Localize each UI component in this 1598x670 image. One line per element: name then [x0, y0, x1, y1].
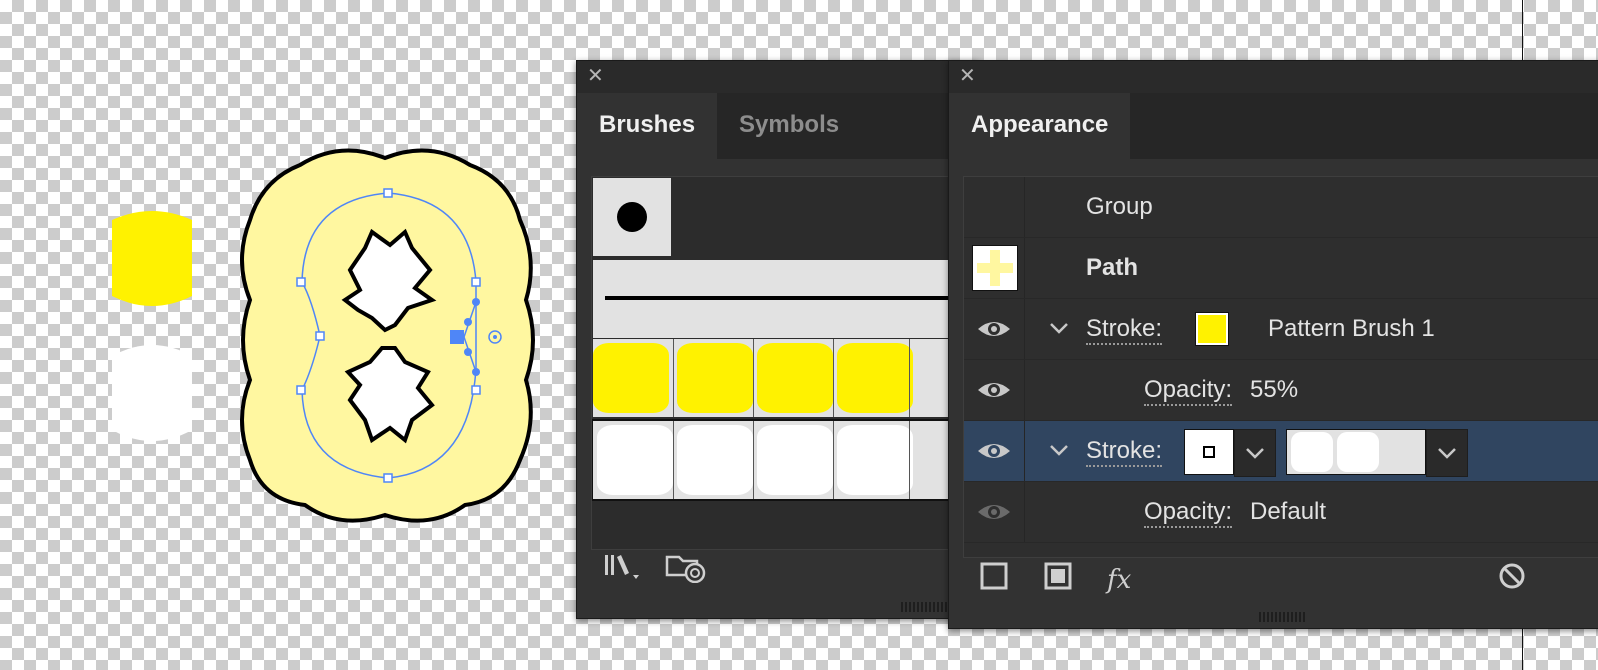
tab-appearance[interactable]: Appearance [949, 93, 1131, 159]
visibility-column [964, 421, 1025, 481]
close-icon[interactable]: ✕ [959, 66, 976, 86]
yellow-tile [677, 343, 753, 413]
brush-preview-swatch[interactable] [1286, 429, 1426, 475]
visibility-column [964, 482, 1025, 542]
yellow-tile [593, 343, 669, 413]
brush-dropdown[interactable] [1426, 429, 1468, 477]
appearance-panel[interactable]: ✕ Appearance Group Path Stroke: Pattern … [948, 60, 1598, 629]
row-opacity-1[interactable]: Opacity: 55% [964, 360, 1598, 421]
white-tile [1291, 432, 1333, 472]
stroke-color-swatch[interactable] [1195, 312, 1229, 346]
white-tile [677, 425, 753, 495]
dot-icon [617, 202, 647, 232]
chevron-down-icon [1246, 448, 1264, 459]
pattern-brush-shape[interactable] [240, 148, 535, 523]
fx-icon[interactable]: fx [1107, 565, 1131, 595]
white-tile [1337, 432, 1379, 472]
eye-icon[interactable] [976, 317, 1012, 341]
eye-icon[interactable] [976, 378, 1012, 402]
row-opacity-2[interactable]: Opacity: Default [964, 482, 1598, 543]
add-stroke-icon[interactable] [979, 561, 1009, 596]
yellow-tile [757, 343, 833, 413]
appearance-list[interactable]: Group Path Stroke: Pattern Brush 1 Opaci… [963, 176, 1598, 558]
tile-divider [753, 421, 754, 499]
brush-swatch-line[interactable] [593, 260, 977, 338]
white-tile-art[interactable] [112, 345, 192, 441]
row-path[interactable]: Path [964, 238, 1598, 299]
cc-libraries-icon[interactable] [665, 551, 711, 590]
opacity-value: 55% [1250, 376, 1299, 403]
eye-icon[interactable] [976, 439, 1012, 463]
visibility-column [964, 238, 1025, 298]
panel-title-bar[interactable]: ✕ [949, 61, 1598, 93]
tile-divider [833, 339, 834, 417]
brush-swatch-yellow-pattern[interactable] [593, 339, 977, 417]
opacity-value: Default [1250, 498, 1327, 525]
white-tile [597, 425, 673, 495]
brush-name: Pattern Brush 1 [1268, 315, 1435, 342]
tile-divider [909, 339, 910, 417]
tile-divider [753, 339, 754, 417]
stroke-color-swatch[interactable] [1184, 429, 1234, 475]
chevron-down-icon [1438, 448, 1456, 459]
tile-divider [673, 421, 674, 499]
brush-list[interactable] [591, 176, 979, 550]
group-label: Group [1086, 193, 1153, 220]
tile-divider [909, 421, 910, 499]
white-tile [837, 425, 913, 495]
visibility-column [964, 299, 1025, 359]
yellow-tile [837, 343, 913, 413]
row-stroke-2[interactable]: Stroke: [964, 421, 1598, 482]
tile-divider [673, 339, 674, 417]
yellow-tile-art[interactable] [112, 211, 192, 306]
eye-icon[interactable] [976, 500, 1012, 524]
close-icon[interactable]: ✕ [587, 66, 604, 86]
brushes-panel[interactable]: ✕ Brushes Symbols [576, 60, 979, 619]
visibility-column [964, 360, 1025, 420]
brush-swatch-white-pattern[interactable] [592, 419, 978, 501]
row-group[interactable]: Group [964, 177, 1598, 238]
path-thumbnail [972, 245, 1018, 291]
resize-grip[interactable] [1259, 612, 1307, 622]
stroke-square-icon [1203, 446, 1215, 458]
tab-symbols[interactable]: Symbols [717, 93, 861, 159]
chevron-down-icon[interactable] [1048, 317, 1070, 339]
tile-divider [833, 421, 834, 499]
opacity-label[interactable]: Opacity: [1144, 498, 1233, 528]
path-label: Path [1086, 254, 1139, 281]
panel-title-bar[interactable]: ✕ [577, 61, 977, 93]
stroke-label[interactable]: Stroke: [1086, 437, 1163, 467]
resize-grip[interactable] [901, 602, 949, 612]
visibility-column [964, 177, 1025, 237]
add-fill-icon[interactable] [1043, 561, 1073, 596]
brush-swatch-round[interactable] [593, 178, 671, 256]
tab-brushes[interactable]: Brushes [577, 93, 718, 159]
row-stroke-1[interactable]: Stroke: Pattern Brush 1 [964, 299, 1598, 360]
opacity-label[interactable]: Opacity: [1144, 376, 1233, 406]
brushes-tab-bar: Brushes Symbols [577, 93, 977, 159]
appearance-tab-bar: Appearance [949, 93, 1598, 159]
chevron-down-icon[interactable] [1048, 439, 1070, 461]
stroke-color-dropdown[interactable] [1234, 429, 1276, 477]
white-tile [757, 425, 833, 495]
brush-libraries-icon[interactable] [603, 551, 643, 588]
line-icon [605, 296, 977, 300]
clear-appearance-icon[interactable] [1497, 561, 1527, 596]
stroke-label[interactable]: Stroke: [1086, 315, 1163, 345]
